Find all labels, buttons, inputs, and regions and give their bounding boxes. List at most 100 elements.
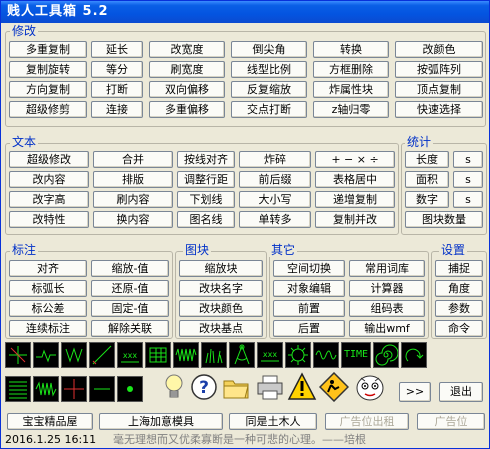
crosshair-icon[interactable] (61, 376, 87, 402)
text-button-2-3[interactable]: 大小写 (239, 191, 311, 208)
lightbulb-icon[interactable] (159, 372, 189, 402)
grass-icon[interactable] (201, 342, 227, 368)
modify-button-0-0[interactable]: 多重复制 (9, 41, 87, 58)
stats-button-0-0[interactable]: 长度 (405, 151, 449, 168)
link-button-shanghai[interactable]: 上海加意模具 (99, 413, 223, 430)
text-button-1-1[interactable]: 排版 (93, 171, 173, 188)
text-button-3-1[interactable]: 换内容 (93, 211, 173, 228)
other-button-0-1[interactable]: 常用词库 (349, 260, 425, 277)
block-button-0[interactable]: 缩放块 (179, 260, 263, 277)
settings-button-1[interactable]: 角度 (435, 280, 483, 297)
construction-sign-icon[interactable] (319, 372, 349, 402)
modify-button-0-1[interactable]: 延长 (91, 41, 143, 58)
dim-button-2-0[interactable]: 标公差 (9, 300, 87, 317)
horizontal-stripes-icon[interactable] (5, 376, 31, 402)
block-button-3[interactable]: 改块基点 (179, 320, 263, 337)
modify-button-2-2[interactable]: 双向偏移 (149, 81, 225, 98)
text-button-0-1[interactable]: 合并 (93, 151, 173, 168)
text-button-1-2[interactable]: 调整行距 (177, 171, 235, 188)
text-button-2-4[interactable]: 递增复制 (315, 191, 395, 208)
modify-button-3-0[interactable]: 超级修剪 (9, 101, 87, 118)
text-button-0-3[interactable]: 炸碎 (239, 151, 311, 168)
diagonal-line-icon[interactable] (89, 342, 115, 368)
dim-button-2-1[interactable]: 固定-值 (91, 300, 169, 317)
stats-button-2-1[interactable]: s (453, 191, 483, 208)
text-button-2-2[interactable]: 下划线 (177, 191, 235, 208)
link-button-tumu[interactable]: 同是土木人 (229, 413, 317, 430)
xxx-pattern-icon[interactable]: xxx (257, 342, 283, 368)
settings-button-3[interactable]: 命令 (435, 320, 483, 337)
text-button-0-0[interactable]: 超级修改 (9, 151, 89, 168)
more-button[interactable]: >> (399, 382, 431, 402)
grid-table-icon[interactable] (145, 342, 171, 368)
dim-button-1-1[interactable]: 还原-值 (91, 280, 169, 297)
folder-icon[interactable] (221, 372, 251, 402)
text-button-0-2[interactable]: 按线对齐 (177, 151, 235, 168)
text-button-1-3[interactable]: 前后缀 (239, 171, 311, 188)
zigzag-line-icon[interactable] (33, 342, 59, 368)
modify-button-3-1[interactable]: 连接 (91, 101, 143, 118)
settings-button-2[interactable]: 参数 (435, 300, 483, 317)
modify-button-0-2[interactable]: 改宽度 (149, 41, 225, 58)
hatch-arrows-icon[interactable]: xxx (117, 342, 143, 368)
gear-outline-icon[interactable] (285, 342, 311, 368)
modify-button-1-3[interactable]: 线型比例 (231, 61, 307, 78)
text-button-2-0[interactable]: 改字高 (9, 191, 89, 208)
settings-button-0[interactable]: 捕捉 (435, 260, 483, 277)
text-button-3-2[interactable]: 图名线 (177, 211, 235, 228)
stats-button-1-0[interactable]: 面积 (405, 171, 449, 188)
stats-button-0-1[interactable]: s (453, 151, 483, 168)
vertical-chevrons-icon[interactable] (61, 342, 87, 368)
other-button-3-1[interactable]: 输出wmf (349, 320, 425, 337)
other-button-2-1[interactable]: 组码表 (349, 300, 425, 317)
modify-button-2-1[interactable]: 打断 (91, 81, 143, 98)
modify-button-2-3[interactable]: 反复缩放 (231, 81, 307, 98)
text-button-1-4[interactable]: 表格居中 (315, 171, 395, 188)
wave-pattern-icon[interactable] (173, 342, 199, 368)
other-button-2-0[interactable]: 前置 (273, 300, 345, 317)
spring-coil-icon[interactable] (33, 376, 59, 402)
exit-button[interactable]: 退出 (439, 382, 483, 402)
mascot-icon[interactable] (353, 370, 387, 404)
text-button-3-4[interactable]: 复制并改 (315, 211, 395, 228)
dim-button-0-0[interactable]: 对齐 (9, 260, 87, 277)
block-button-1[interactable]: 改块名字 (179, 280, 263, 297)
stats-button-3-0[interactable]: 图块数量 (405, 211, 483, 228)
modify-button-2-0[interactable]: 方向复制 (9, 81, 87, 98)
modify-button-3-4[interactable]: z轴归零 (313, 101, 389, 118)
warning-icon[interactable] (287, 372, 317, 402)
modify-button-0-5[interactable]: 改颜色 (395, 41, 483, 58)
text-button-0-4[interactable]: + − × ÷ (315, 151, 395, 168)
printer-icon[interactable] (255, 372, 285, 402)
spiral-icon[interactable] (373, 342, 399, 368)
text-button-2-1[interactable]: 刷内容 (93, 191, 173, 208)
modify-button-3-3[interactable]: 交点打断 (231, 101, 307, 118)
block-button-2[interactable]: 改块颜色 (179, 300, 263, 317)
dim-button-0-1[interactable]: 缩放-值 (91, 260, 169, 277)
link-button-baobao[interactable]: 宝宝精品屋 (7, 413, 93, 430)
curl-arrow-icon[interactable] (401, 342, 427, 368)
other-button-1-0[interactable]: 对象编辑 (273, 280, 345, 297)
time-icon[interactable]: TIME (341, 342, 371, 368)
modify-button-3-2[interactable]: 多重偏移 (149, 101, 225, 118)
sine-wave-icon[interactable] (313, 342, 339, 368)
compass-icon[interactable] (229, 342, 255, 368)
other-button-0-0[interactable]: 空间切换 (273, 260, 345, 277)
help-icon[interactable]: ? (189, 372, 219, 402)
modify-button-2-5[interactable]: 顶点复制 (395, 81, 483, 98)
modify-button-0-4[interactable]: 转换 (313, 41, 389, 58)
text-button-3-3[interactable]: 单转多 (239, 211, 311, 228)
other-button-3-0[interactable]: 后置 (273, 320, 345, 337)
text-button-3-0[interactable]: 改特性 (9, 211, 89, 228)
short-line-icon[interactable] (89, 376, 115, 402)
modify-button-3-5[interactable]: 快速选择 (395, 101, 483, 118)
modify-button-1-0[interactable]: 复制旋转 (9, 61, 87, 78)
stats-button-1-1[interactable]: s (453, 171, 483, 188)
modify-button-0-3[interactable]: 倒尖角 (231, 41, 307, 58)
dim-button-3-1[interactable]: 解除关联 (91, 320, 169, 337)
dim-button-3-0[interactable]: 连续标注 (9, 320, 87, 337)
dot-icon[interactable] (117, 376, 143, 402)
dim-button-1-0[interactable]: 标弧长 (9, 280, 87, 297)
modify-button-1-5[interactable]: 按弧阵列 (395, 61, 483, 78)
cross-axis-icon[interactable] (5, 342, 31, 368)
